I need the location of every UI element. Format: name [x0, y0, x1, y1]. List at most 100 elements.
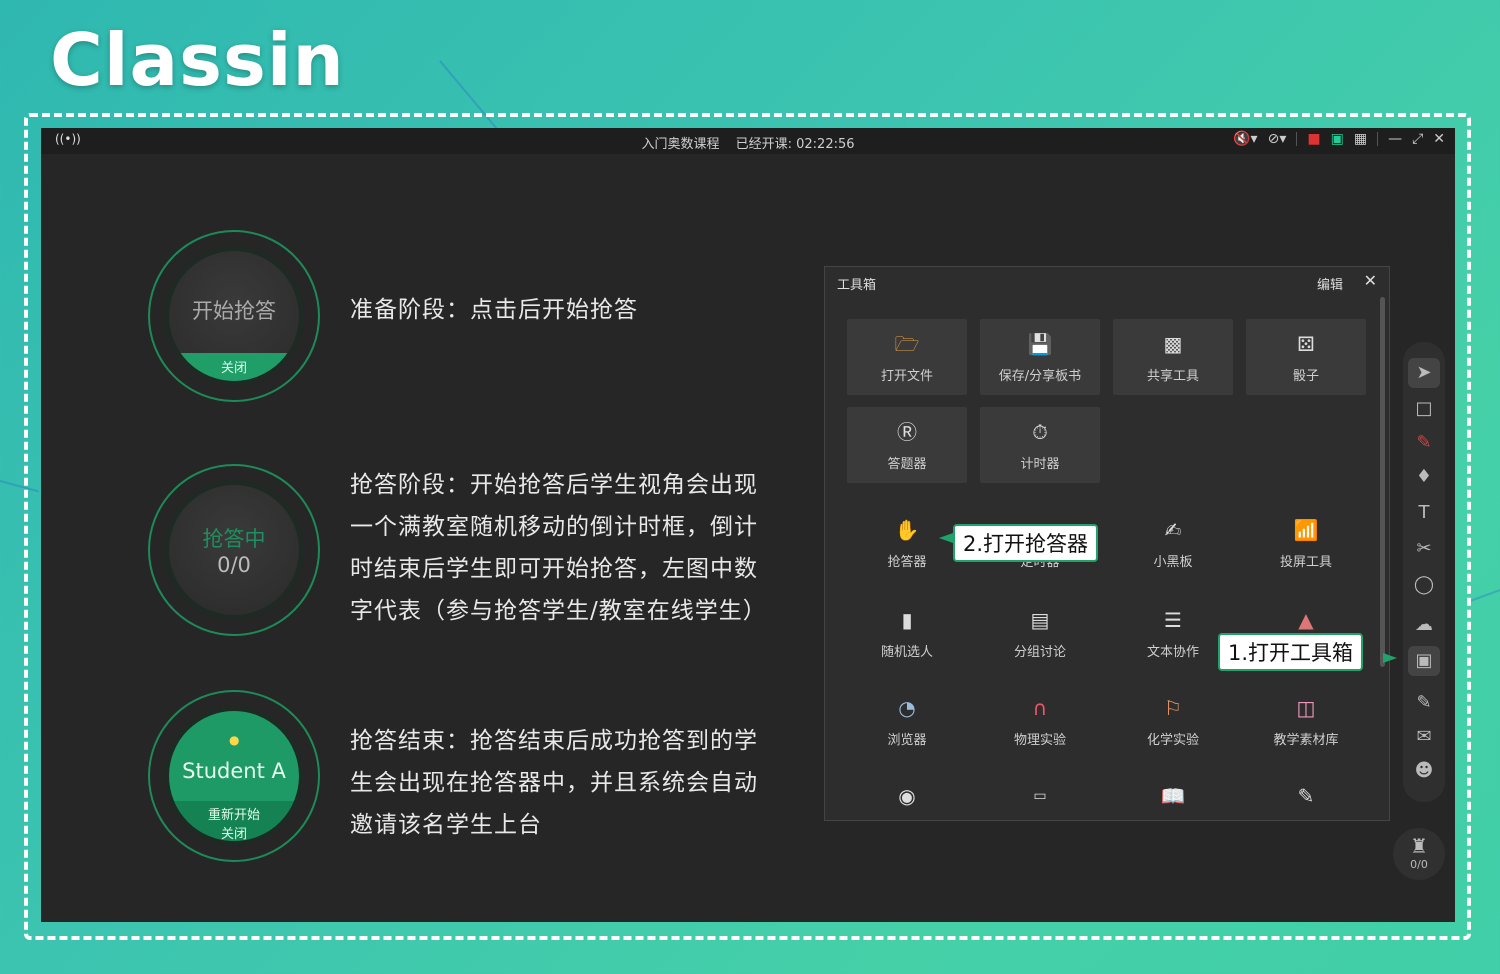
users-icon[interactable]: ☻ — [1403, 760, 1445, 781]
toolbox-panel: 工具箱 编辑 ✕ 🗁 打开文件 💾 保存/分享板书 ▩ 共享工具 ⚄ 骰子 Ⓡ … — [824, 266, 1390, 821]
eraser-icon[interactable]: ♦ — [1403, 466, 1445, 487]
grade-icon: ✎ — [1297, 784, 1315, 808]
tool-label: 投屏工具 — [1279, 555, 1332, 570]
text-collab-icon: ☰ — [1164, 608, 1182, 632]
toolbox-scrollbar[interactable] — [1380, 297, 1385, 667]
fullscreen-icon[interactable]: ⤢ — [1412, 131, 1423, 147]
toolbox-icon[interactable]: ▣ — [1408, 646, 1440, 676]
classroom-window: ((•)) 入门奥数课程 已经开课: 02:22:56 🔇▾ ⊘▾ ■ ▣ ▦ … — [41, 128, 1455, 922]
toolbox-header: 工具箱 编辑 ✕ — [825, 267, 1389, 295]
tool-label: 抢答器 — [887, 555, 927, 570]
camera-off-icon[interactable]: ⊘▾ — [1268, 131, 1287, 147]
browser-icon: ◔ — [898, 696, 916, 720]
toolbox-title: 工具箱 — [837, 278, 877, 293]
text-collab-tool[interactable]: ☰ 文本协作 — [1113, 595, 1233, 671]
seat-icon: ♜ — [1410, 834, 1428, 858]
magnet-icon: ∩ — [1032, 696, 1048, 720]
materials-tool[interactable]: ◫ 教学素材库 — [1246, 683, 1366, 759]
desc-line: 字代表（参与抢答学生/教室在线学生） — [350, 598, 767, 624]
save-board-tool[interactable]: 💾 保存/分享板书 — [980, 319, 1100, 395]
group-discuss-tool[interactable]: ▤ 分组讨论 — [980, 595, 1100, 671]
text-icon[interactable]: T — [1403, 502, 1445, 523]
mic-off-icon[interactable]: 🔇▾ — [1233, 131, 1257, 147]
physics-tool[interactable]: ∩ 物理实验 — [980, 683, 1100, 759]
quiz-tool[interactable]: ✋ 抢答器 — [847, 505, 967, 581]
chat-icon[interactable]: ✉ — [1403, 726, 1445, 747]
camera-tool[interactable]: ◉ — [847, 771, 967, 817]
user-icon: ● — [229, 733, 240, 747]
dice-tool[interactable]: ⚄ 骰子 — [1246, 319, 1366, 395]
minimize-icon[interactable]: — — [1388, 131, 1402, 147]
group-icon: ▤ — [1030, 608, 1050, 632]
tool-label: 小黑板 — [1153, 555, 1193, 570]
grid-icon[interactable]: ▦ — [1354, 131, 1367, 147]
tool-label: 文本协作 — [1146, 645, 1199, 660]
tool-label: 打开文件 — [880, 369, 933, 384]
close-button[interactable]: 关闭 — [169, 823, 299, 841]
share-screen-icon: ▩ — [1163, 332, 1183, 356]
desc-line: 时结束后学生即可开始抢答，左图中数 — [350, 556, 758, 582]
desc-line: 抢答结束：抢答结束后成功抢答到的学 — [350, 728, 758, 754]
vnc-icon: ▭ — [1033, 788, 1047, 804]
result-band: 重新开始 关闭 — [169, 801, 299, 841]
flask-icon: ⚐ — [1164, 696, 1182, 720]
callout-open-toolbox: 1.打开工具箱 — [1218, 633, 1364, 671]
cloud-icon[interactable]: ☁ — [1403, 614, 1445, 635]
materials-icon: ◫ — [1296, 696, 1316, 720]
stage-result-desc: 抢答结束：抢答结束后成功抢答到的学 生会出现在抢答器中，并且系统会自动 邀请该名… — [350, 720, 758, 846]
blackboard-icon: ✍ — [1164, 518, 1182, 542]
select-icon[interactable]: □ — [1403, 398, 1445, 419]
toolbox-edit-button[interactable]: 编辑 — [1317, 274, 1343, 293]
classin-logo: Classin — [50, 18, 345, 102]
cast-icon: 📶 — [1293, 518, 1319, 542]
share-tool[interactable]: ▩ 共享工具 — [1113, 319, 1233, 395]
cast-tool[interactable]: 📶 投屏工具 — [1246, 505, 1366, 581]
cursor-icon[interactable]: ➤ — [1408, 358, 1440, 388]
laser-icon[interactable]: ✎ — [1403, 432, 1445, 453]
tool-label: 分组讨论 — [1013, 645, 1066, 660]
winner-name: Student A — [182, 759, 286, 783]
vnc-tool[interactable]: ▭ — [980, 771, 1100, 817]
start-quiz-button[interactable]: 开始抢答 关闭 — [164, 246, 304, 386]
toolbox-close-icon[interactable]: ✕ — [1364, 271, 1377, 290]
classin-book-tool[interactable]: 📖 — [1113, 771, 1233, 817]
screen-icon[interactable]: ▣ — [1331, 131, 1344, 147]
open-file-tool[interactable]: 🗁 打开文件 — [847, 319, 967, 395]
timer-tool[interactable]: ⏱ 计时器 — [980, 407, 1100, 483]
tool-label: 答题器 — [887, 457, 927, 472]
tool-label: 物理实验 — [1013, 733, 1066, 748]
random-pick-tool[interactable]: ▮ 随机选人 — [847, 595, 967, 671]
shape-icon[interactable]: ◯ — [1403, 574, 1445, 595]
chemistry-tool[interactable]: ⚐ 化学实验 — [1113, 683, 1233, 759]
divider — [1377, 132, 1379, 146]
close-icon[interactable]: ✕ — [1433, 131, 1445, 147]
browser-tool[interactable]: ◔ 浏览器 — [847, 683, 967, 759]
restart-button[interactable]: 重新开始 — [169, 804, 299, 823]
seat-count: 0/0 — [1410, 858, 1428, 871]
record-icon[interactable]: ■ — [1307, 131, 1320, 147]
desc-line: 生会出现在抢答器中，并且系统会自动 — [350, 770, 758, 796]
elapsed-time: 已经开课: 02:22:56 — [735, 137, 855, 152]
close-band[interactable]: 关闭 — [169, 353, 299, 381]
tool-label: 保存/分享板书 — [998, 369, 1082, 384]
title-bar: ((•)) 入门奥数课程 已经开课: 02:22:56 🔇▾ ⊘▾ ■ ▣ ▦ … — [41, 128, 1455, 154]
grading-tool[interactable]: ✎ — [1246, 771, 1366, 817]
tool-label: 浏览器 — [887, 733, 927, 748]
quiz-running-ring: 抢答中 0/0 — [148, 464, 320, 636]
seat-button[interactable]: ♜ 0/0 — [1393, 828, 1445, 880]
quiz-count: 0/0 — [217, 553, 251, 577]
answer-tool[interactable]: Ⓡ 答题器 — [847, 407, 967, 483]
blackboard-tool[interactable]: ✍ 小黑板 — [1113, 505, 1233, 581]
course-name: 入门奥数课程 — [641, 137, 720, 152]
folder-icon: 🗁 — [894, 332, 920, 356]
stage-prepare-desc: 准备阶段：点击后开始抢答 — [350, 297, 638, 323]
window-controls: 🔇▾ ⊘▾ ■ ▣ ▦ — ⤢ ✕ — [1233, 131, 1445, 147]
edit-icon[interactable]: ✎ — [1403, 692, 1445, 713]
tool-label: 教学素材库 — [1273, 733, 1339, 748]
start-quiz-ring: 开始抢答 关闭 — [148, 230, 320, 402]
tool-label: 随机选人 — [880, 645, 933, 660]
scissors-icon[interactable]: ✂ — [1403, 538, 1445, 559]
raise-hand-icon: ✋ — [894, 518, 920, 542]
quiz-result-panel: ● Student A 重新开始 关闭 — [164, 706, 304, 846]
timer-icon: ⏱ — [1032, 420, 1048, 444]
